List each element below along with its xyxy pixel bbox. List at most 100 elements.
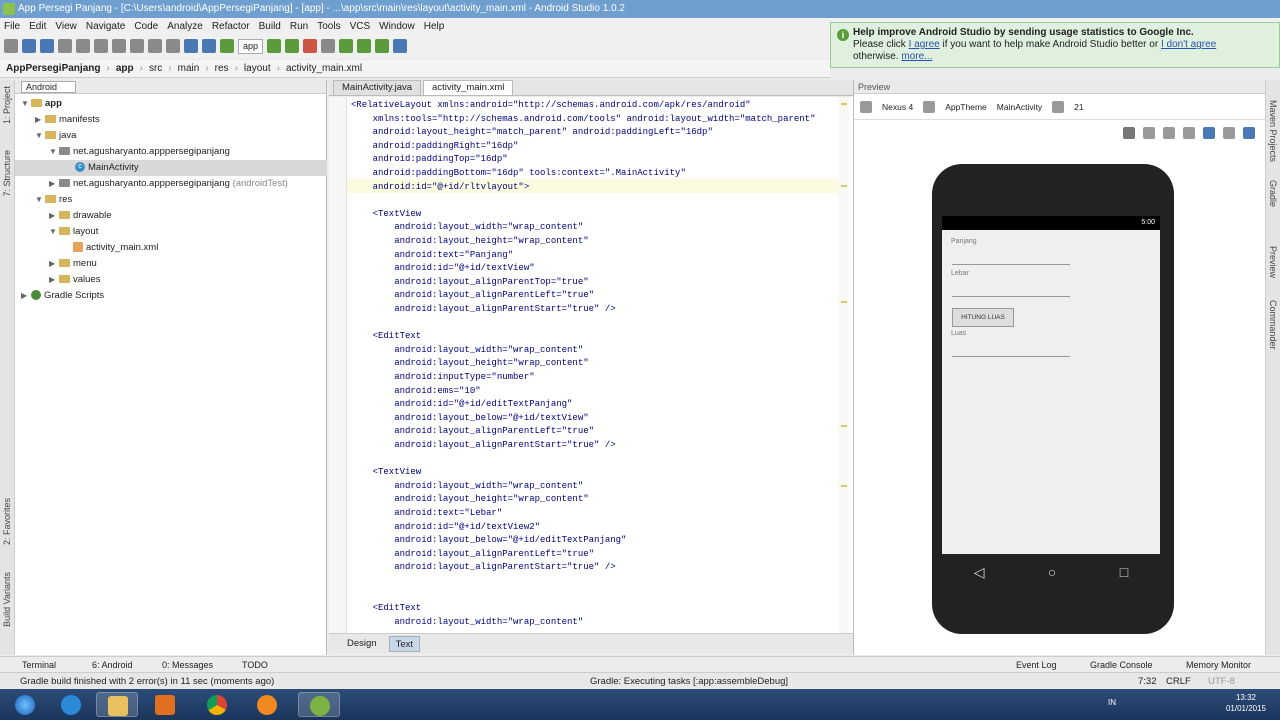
menu-file[interactable]: File [4,21,20,32]
tab-favorites[interactable]: 2: Favorites [2,498,12,545]
tree-item-manifests[interactable]: ▶ manifests [15,112,327,128]
breadcrumb-item[interactable]: res [215,63,229,74]
sdk-manager-icon[interactable] [339,39,354,53]
make-project-icon[interactable] [220,39,234,53]
tab-maven-projects[interactable]: Maven Projects [1268,100,1278,162]
paste-icon[interactable] [130,39,144,53]
hitung-luas-button[interactable]: HITUNG LUAS [952,308,1014,327]
background-task[interactable]: Gradle: Executing tasks [:app:assembleDe… [590,673,788,690]
recents-nav-icon[interactable]: □ [1120,564,1128,580]
breadcrumb-item[interactable]: activity_main.xml [286,63,362,74]
tree-item-package[interactable]: ▼ net.agusharyanto.apppersegipanjang [15,144,327,160]
sync-icon[interactable] [40,39,54,53]
tree-item-menu[interactable]: ▶ menu [15,256,327,272]
theme-select[interactable]: AppTheme [945,102,987,112]
tree-item-app[interactable]: ▼ app [15,96,327,112]
tab-event-log[interactable]: Event Log [1016,657,1057,673]
tree-item-values[interactable]: ▶ values [15,272,327,288]
breadcrumb-item[interactable]: AppPersegiPanjang [6,63,100,74]
menu-help[interactable]: Help [424,21,445,32]
zoom-out-icon[interactable] [1183,127,1195,139]
menu-refactor[interactable]: Refactor [212,21,250,32]
tab-android[interactable]: 6: Android [92,657,133,673]
menu-build[interactable]: Build [259,21,281,32]
caret-position[interactable]: 7:32 [1138,673,1157,690]
project-view-select[interactable]: Android [21,80,77,93]
edittext-lebar[interactable] [952,296,1070,297]
locale-icon[interactable] [1052,100,1065,113]
taskbar-media[interactable] [144,692,186,717]
tab-mainactivity-java[interactable]: MainActivity.java [333,80,422,95]
tree-item-package-test[interactable]: ▶ net.agusharyanto.apppersegipanjang (and… [15,176,327,192]
taskbar-ie[interactable] [50,692,92,717]
run-icon[interactable] [267,39,282,53]
activity-select[interactable]: MainActivity [997,102,1042,112]
breadcrumb-item[interactable]: app [116,63,134,74]
settings-icon[interactable] [1243,127,1255,139]
breadcrumb-item[interactable]: src [149,63,162,74]
back-icon[interactable] [184,39,198,53]
taskbar-android-studio[interactable] [298,692,340,717]
attach-debugger-icon[interactable] [321,39,336,53]
undo-icon[interactable] [58,39,72,53]
forward-icon[interactable] [202,39,216,53]
stop-icon[interactable] [303,39,318,53]
edittext-luas[interactable] [952,356,1070,357]
tab-activity-main-xml[interactable]: activity_main.xml [423,80,514,95]
tree-item-java[interactable]: ▼ java [15,128,327,144]
error-stripe[interactable] [839,97,849,633]
redo-icon[interactable] [76,39,90,53]
copy-icon[interactable] [112,39,126,53]
code-editor[interactable]: <RelativeLayout xmlns:android="http://sc… [329,97,853,633]
start-button[interactable] [4,692,46,717]
breadcrumb-item[interactable]: main [178,63,200,74]
tab-gradle[interactable]: Gradle [1268,180,1278,207]
back-nav-icon[interactable]: ◁ [974,564,985,581]
debug-icon[interactable] [285,39,300,53]
cut-icon[interactable] [94,39,108,53]
tab-text[interactable]: Text [388,635,421,652]
api-select[interactable]: 21 [1074,102,1083,112]
tab-structure[interactable]: 7: Structure [2,150,12,197]
layout-icon[interactable] [860,100,872,113]
help-icon[interactable] [393,39,408,53]
taskbar-chrome[interactable] [196,692,238,717]
orientation-icon[interactable] [923,100,936,113]
agree-link[interactable]: I agree [909,39,940,50]
line-separator[interactable]: CRLF [1166,673,1191,690]
tab-project[interactable]: 1: Project [2,86,12,124]
taskbar-explorer[interactable] [96,692,138,717]
tab-commander[interactable]: Commander [1268,300,1278,350]
taskbar-firefox[interactable] [246,692,288,717]
screenshot-icon[interactable] [1223,127,1235,139]
tab-gradle-console[interactable]: Gradle Console [1090,657,1153,673]
tree-item-drawable[interactable]: ▶ drawable [15,208,327,224]
tree-item-layout[interactable]: ▼ layout [15,224,327,240]
file-encoding[interactable]: UTF-8 [1208,673,1235,690]
menu-window[interactable]: Window [379,21,415,32]
tab-todo[interactable]: TODO [242,657,268,673]
disagree-link[interactable]: I don't agree [1161,39,1216,50]
tree-item-activity-main-xml[interactable]: activity_main.xml [15,240,327,256]
language-indicator[interactable]: IN [1108,698,1116,707]
open-icon[interactable] [4,39,18,53]
tab-memory-monitor[interactable]: Memory Monitor [1186,657,1251,673]
tab-build-variants[interactable]: Build Variants [2,572,12,627]
breadcrumb-item[interactable]: layout [244,63,271,74]
system-clock[interactable]: 13:32 01/01/2015 [1226,692,1266,714]
save-icon[interactable] [22,39,36,53]
menu-edit[interactable]: Edit [29,21,46,32]
menu-code[interactable]: Code [134,21,158,32]
home-nav-icon[interactable]: ○ [1048,564,1056,580]
refresh-icon[interactable] [1203,127,1215,139]
zoom-actual-icon[interactable] [1123,127,1135,139]
replace-icon[interactable] [166,39,180,53]
menu-tools[interactable]: Tools [317,21,340,32]
tree-item-mainactivity[interactable]: c MainActivity [15,160,327,176]
android-monitor-icon[interactable] [375,39,390,53]
zoom-in-icon[interactable] [1163,127,1175,139]
tree-item-gradle-scripts[interactable]: ▶ Gradle Scripts [15,288,327,304]
more-link[interactable]: more... [901,51,932,62]
menu-analyze[interactable]: Analyze [167,21,203,32]
tab-design[interactable]: Design [341,636,383,652]
